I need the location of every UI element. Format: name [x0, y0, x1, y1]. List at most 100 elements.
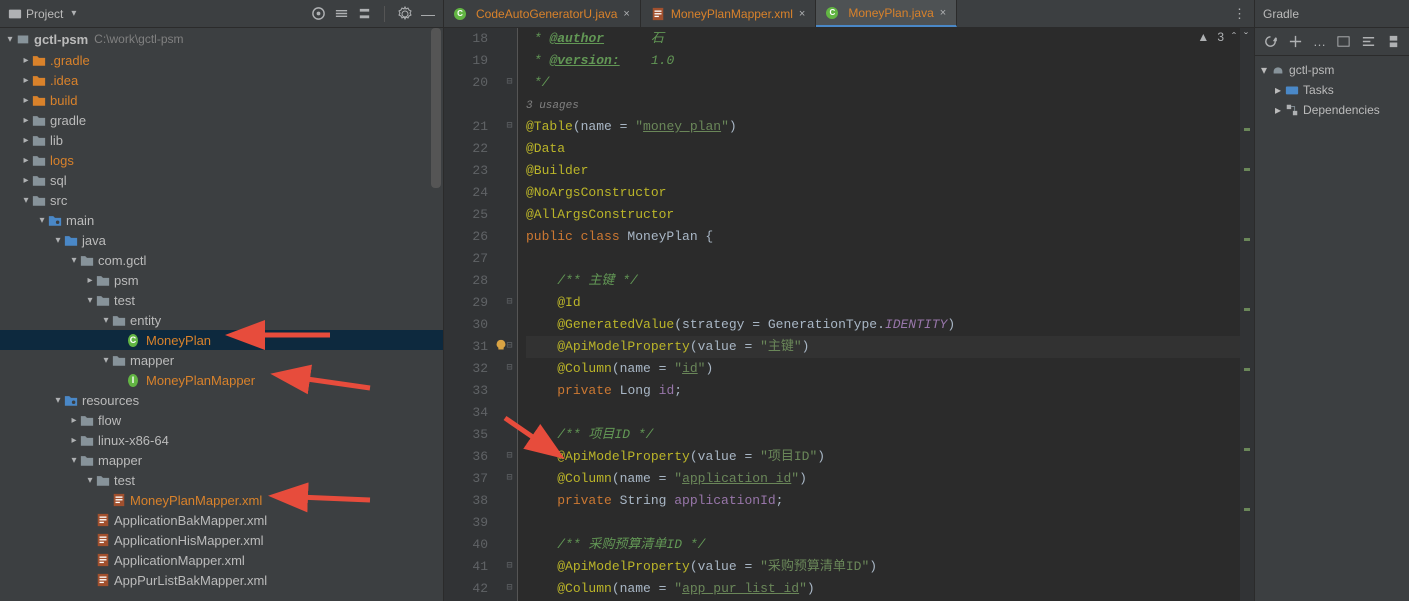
project-root[interactable]: ▾ gctl-psm C:\work\gctl-psm: [0, 28, 443, 50]
tree-item-test[interactable]: ▾test: [0, 470, 443, 490]
gutter-line[interactable]: 29: [444, 292, 488, 314]
tree-item-applicationhismapper-xml[interactable]: ApplicationHisMapper.xml: [0, 530, 443, 550]
fold-marker[interactable]: ⊟: [502, 116, 517, 138]
code-line[interactable]: private String applicationId;: [526, 490, 1240, 512]
gutter-line[interactable]: 26: [444, 226, 488, 248]
fold-marker[interactable]: [502, 204, 517, 226]
gradle-tree[interactable]: ▾ gctl-psm ▸ Tasks ▸ Dependencies: [1255, 56, 1409, 601]
tree-item-test[interactable]: ▾test: [0, 290, 443, 310]
code-line[interactable]: /** 主键 */: [526, 270, 1240, 292]
fold-marker[interactable]: [502, 160, 517, 182]
gutter-line[interactable]: 38: [444, 490, 488, 512]
gutter-line[interactable]: 39: [444, 512, 488, 534]
code-line[interactable]: */: [526, 72, 1240, 94]
tab-moneyplanmapper-xml[interactable]: MoneyPlanMapper.xml×: [641, 0, 817, 27]
code-line[interactable]: @Table(name = "money_plan"): [526, 116, 1240, 138]
gutter-line[interactable]: 31: [444, 336, 488, 358]
gutter-line[interactable]: 37: [444, 468, 488, 490]
gutter-line[interactable]: 32: [444, 358, 488, 380]
code-line[interactable]: @AllArgsConstructor: [526, 204, 1240, 226]
fold-marker[interactable]: [502, 314, 517, 336]
gutter-line[interactable]: 35: [444, 424, 488, 446]
gradle-collapse-icon[interactable]: [1386, 34, 1401, 49]
fold-marker[interactable]: [502, 402, 517, 424]
gradle-task-icon[interactable]: [1336, 34, 1351, 49]
fold-column[interactable]: ⊟⊟⊟⊟⊟⊟⊟⊟⊟: [502, 28, 518, 601]
gradle-tasks[interactable]: ▸ Tasks: [1255, 80, 1409, 100]
hide-panel-icon[interactable]: —: [421, 6, 435, 22]
gear-icon[interactable]: [397, 6, 413, 22]
fold-marker[interactable]: [502, 490, 517, 512]
project-scrollbar[interactable]: [431, 28, 441, 188]
code-line[interactable]: @Data: [526, 138, 1240, 160]
tree-item-apppurlistbakmapper-xml[interactable]: AppPurListBakMapper.xml: [0, 570, 443, 590]
tree-item-flow[interactable]: ▸flow: [0, 410, 443, 430]
gutter-line[interactable]: 24: [444, 182, 488, 204]
tree-item-psm[interactable]: ▸psm: [0, 270, 443, 290]
fold-marker[interactable]: [502, 380, 517, 402]
code-line[interactable]: public class MoneyPlan {: [526, 226, 1240, 248]
tree-item-java[interactable]: ▾java: [0, 230, 443, 250]
fold-marker[interactable]: [502, 94, 517, 116]
fold-marker[interactable]: [502, 28, 517, 50]
close-icon[interactable]: ×: [799, 8, 805, 20]
fold-marker[interactable]: [502, 424, 517, 446]
code-line[interactable]: @Id: [526, 292, 1240, 314]
code-line[interactable]: @NoArgsConstructor: [526, 182, 1240, 204]
tree-item-lib[interactable]: ▸lib: [0, 130, 443, 150]
code-line[interactable]: /** 采购预算清单ID */: [526, 534, 1240, 556]
code-area[interactable]: * @author 石 * @version: 1.0 */3 usages@T…: [518, 28, 1240, 601]
prev-highlight-icon[interactable]: ˆ: [1232, 30, 1236, 44]
project-tree[interactable]: ▾ gctl-psm C:\work\gctl-psm▸.gradle▸.ide…: [0, 28, 443, 601]
gradle-dependencies[interactable]: ▸ Dependencies: [1255, 100, 1409, 120]
fold-marker[interactable]: [502, 270, 517, 292]
tree-item-main[interactable]: ▾main: [0, 210, 443, 230]
fold-marker[interactable]: [502, 512, 517, 534]
code-line[interactable]: * @version: 1.0: [526, 50, 1240, 72]
warning-icon[interactable]: ▲: [1197, 30, 1209, 44]
gutter-line[interactable]: 27: [444, 248, 488, 270]
tree-item-build[interactable]: ▸build: [0, 90, 443, 110]
fold-marker[interactable]: [502, 248, 517, 270]
code-line[interactable]: [526, 512, 1240, 534]
collapse-all-icon[interactable]: [357, 6, 372, 21]
fold-marker[interactable]: ⊟: [502, 468, 517, 490]
project-panel-title[interactable]: Project: [26, 7, 63, 21]
code-line[interactable]: @ApiModelProperty(value = "采购预算清单ID"): [526, 556, 1240, 578]
code-line[interactable]: [526, 402, 1240, 424]
code-line[interactable]: @Column(name = "id"): [526, 358, 1240, 380]
tree-item-sql[interactable]: ▸sql: [0, 170, 443, 190]
tree-item--idea[interactable]: ▸.idea: [0, 70, 443, 90]
tree-item-applicationmapper-xml[interactable]: ApplicationMapper.xml: [0, 550, 443, 570]
gutter[interactable]: 1819202122232425262728293031323334353637…: [444, 28, 502, 601]
gutter-line[interactable]: 28: [444, 270, 488, 292]
tree-item-logs[interactable]: ▸logs: [0, 150, 443, 170]
tree-item-moneyplan[interactable]: CMoneyPlan: [0, 330, 443, 350]
project-dropdown-icon[interactable]: ▾: [71, 8, 76, 19]
gutter-line[interactable]: 25: [444, 204, 488, 226]
select-opened-file-icon[interactable]: [311, 6, 326, 21]
gutter-line[interactable]: 40: [444, 534, 488, 556]
fold-marker[interactable]: ⊟: [502, 72, 517, 94]
expand-all-icon[interactable]: [334, 6, 349, 21]
code-line[interactable]: @ApiModelProperty(value = "主键"): [526, 336, 1240, 358]
code-line[interactable]: @Column(name = "application_id"): [526, 468, 1240, 490]
tree-item-applicationbakmapper-xml[interactable]: ApplicationBakMapper.xml: [0, 510, 443, 530]
refresh-icon[interactable]: [1263, 34, 1278, 49]
tree-item-mapper[interactable]: ▾mapper: [0, 350, 443, 370]
code-line[interactable]: * @author 石: [526, 28, 1240, 50]
fold-marker[interactable]: [502, 138, 517, 160]
close-icon[interactable]: ×: [623, 8, 629, 20]
tabs-more-icon[interactable]: ⋮: [1225, 0, 1254, 27]
gutter-line[interactable]: 23: [444, 160, 488, 182]
fold-marker[interactable]: [502, 50, 517, 72]
fold-marker[interactable]: [502, 226, 517, 248]
fold-marker[interactable]: ⊟: [502, 292, 517, 314]
code-line[interactable]: /** 项目ID */: [526, 424, 1240, 446]
code-line[interactable]: @Builder: [526, 160, 1240, 182]
code-line[interactable]: @Column(name = "app_pur_list_id"): [526, 578, 1240, 600]
fold-marker[interactable]: [502, 182, 517, 204]
gutter-line[interactable]: 42: [444, 578, 488, 600]
tree-item-moneyplanmapper-xml[interactable]: MoneyPlanMapper.xml: [0, 490, 443, 510]
fold-marker[interactable]: ⊟: [502, 578, 517, 600]
